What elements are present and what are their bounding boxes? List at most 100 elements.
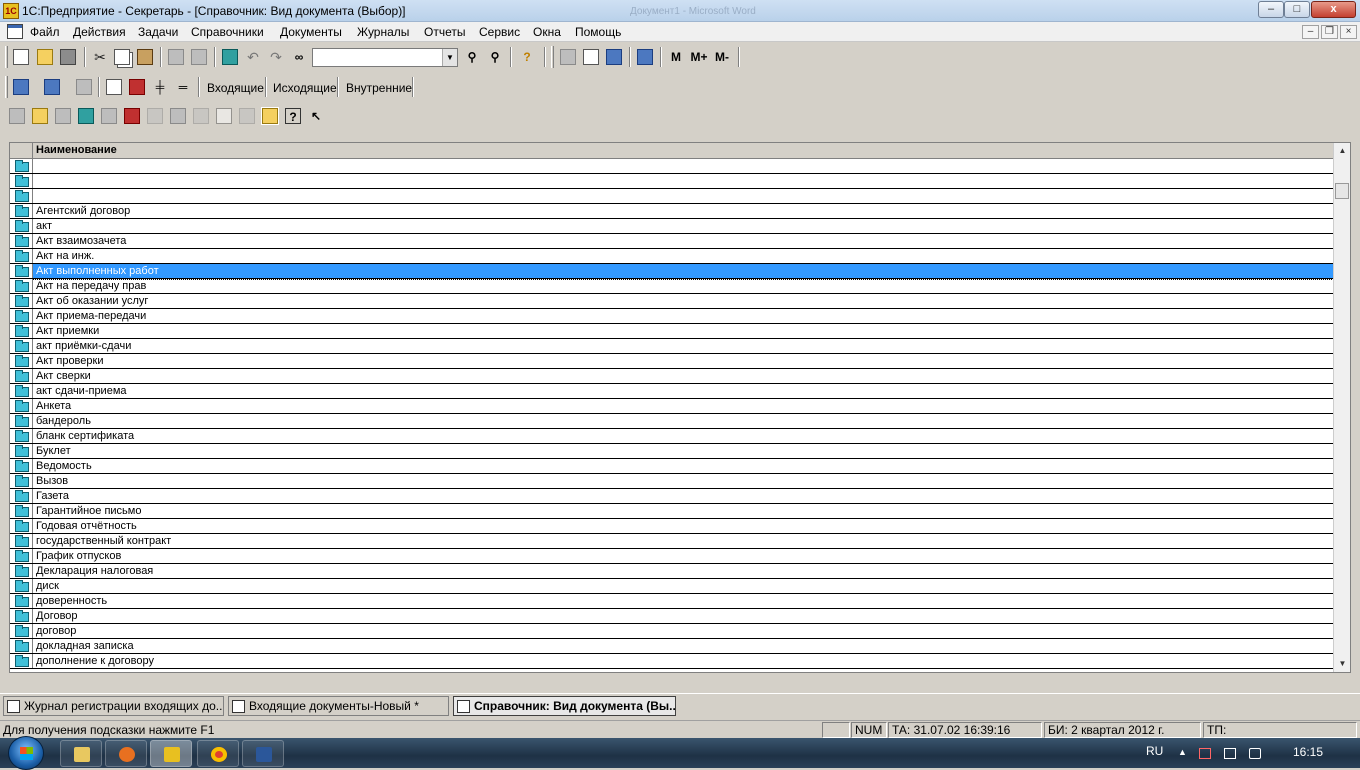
taskbar-chrome[interactable]: [197, 740, 239, 767]
taskbar-firefox[interactable]: [105, 740, 147, 767]
taskbar-word[interactable]: [242, 740, 284, 767]
binoculars-icon[interactable]: ∞: [291, 49, 307, 65]
table-row[interactable]: [10, 174, 1333, 189]
table-row[interactable]: Годовая отчётность: [10, 519, 1333, 534]
header-gutter[interactable]: [10, 143, 33, 158]
menu-file[interactable]: Файл: [30, 25, 60, 39]
internal-button[interactable]: Внутренние: [346, 81, 412, 95]
table-row[interactable]: Акт проверки: [10, 354, 1333, 369]
magic-wand-icon[interactable]: [606, 49, 622, 65]
table-row[interactable]: [10, 189, 1333, 204]
redo-icon[interactable]: ↷: [268, 49, 284, 65]
tray-expand-icon[interactable]: ▲: [1178, 747, 1187, 757]
scroll-down-icon[interactable]: ▼: [1334, 656, 1351, 672]
toolbar-grip[interactable]: [5, 76, 8, 98]
table-row[interactable]: Акт выполненных работ: [10, 263, 1333, 280]
table-row[interactable]: акт: [10, 219, 1333, 234]
remove-line-icon[interactable]: ═: [175, 79, 191, 95]
network-icon[interactable]: [1224, 748, 1236, 759]
search-combo[interactable]: ▼: [312, 48, 458, 67]
mdi-minimize-button[interactable]: –: [1302, 25, 1319, 39]
menu-journals[interactable]: Журналы: [357, 25, 409, 39]
taskbar-1c[interactable]: [150, 740, 192, 767]
outgoing-button[interactable]: Исходящие: [273, 81, 337, 95]
table-row[interactable]: [10, 159, 1333, 174]
mdi-restore-button[interactable]: ❐: [1321, 25, 1338, 39]
new-doc-icon[interactable]: [13, 49, 29, 65]
menu-reports[interactable]: Отчеты: [424, 25, 465, 39]
register-icon[interactable]: [76, 79, 92, 95]
move-doc-icon[interactable]: [239, 108, 255, 124]
tab-incoming-journal[interactable]: Журнал регистрации входящих до...: [3, 696, 224, 716]
scroll-up-icon[interactable]: ▲: [1334, 143, 1351, 159]
undo-icon[interactable]: ↶: [245, 49, 261, 65]
catalog-list[interactable]: Наименование Агентский договор акт Акт вза…: [9, 142, 1351, 673]
maximize-button[interactable]: □: [1284, 1, 1310, 18]
copy-row-icon[interactable]: [147, 108, 163, 124]
volume-icon[interactable]: [1249, 748, 1261, 759]
start-button[interactable]: [8, 736, 44, 770]
table-row[interactable]: дополнение к договору: [10, 654, 1333, 669]
menu-tasks[interactable]: Задачи: [138, 25, 178, 39]
scroll-thumb[interactable]: [1335, 183, 1349, 199]
table-row[interactable]: Акт на инж.: [10, 249, 1333, 264]
table-row[interactable]: акт приёмки-сдачи: [10, 339, 1333, 354]
menu-windows[interactable]: Окна: [533, 25, 561, 39]
table-row[interactable]: Декларация налоговая: [10, 564, 1333, 579]
help-icon[interactable]: ?: [519, 49, 535, 65]
toolbar-grip[interactable]: [551, 46, 554, 68]
vertical-scrollbar[interactable]: ▲ ▼: [1333, 143, 1350, 672]
clock[interactable]: 16:15: [1293, 745, 1323, 759]
print-icon[interactable]: [168, 49, 184, 65]
memory-minus-button[interactable]: M-: [711, 49, 733, 65]
taskbar-explorer[interactable]: [60, 740, 102, 767]
paste-icon[interactable]: [137, 49, 153, 65]
column-header-name[interactable]: Наименование: [36, 144, 117, 156]
table-row[interactable]: Акт приемки: [10, 324, 1333, 339]
document-window-icon[interactable]: [7, 24, 23, 39]
table-row[interactable]: Акт приема-передачи: [10, 309, 1333, 324]
table-row[interactable]: Ведомость: [10, 459, 1333, 474]
list-icon[interactable]: [9, 108, 25, 124]
tab-document-type-catalog[interactable]: Справочник: Вид документа (Вы...: [453, 696, 676, 716]
table-row[interactable]: Гарантийное письмо: [10, 504, 1333, 519]
red-book-icon[interactable]: [129, 79, 145, 95]
minimize-button[interactable]: –: [1258, 1, 1284, 18]
doc-icon[interactable]: [216, 108, 232, 124]
table-row[interactable]: диск: [10, 579, 1333, 594]
add-line-icon[interactable]: ╪: [152, 79, 168, 95]
menu-service[interactable]: Сервис: [479, 25, 520, 39]
language-indicator[interactable]: RU: [1146, 744, 1163, 758]
calculator-icon[interactable]: [560, 49, 576, 65]
delete-icon[interactable]: [124, 108, 140, 124]
table-row[interactable]: Акт на передачу прав: [10, 279, 1333, 294]
columns-icon[interactable]: [106, 79, 122, 95]
print-preview-icon[interactable]: [191, 49, 207, 65]
tab-incoming-new[interactable]: Входящие документы-Новый *: [228, 696, 449, 716]
help-icon[interactable]: ?: [285, 108, 301, 124]
menu-actions[interactable]: Действия: [73, 25, 126, 39]
chevron-down-icon[interactable]: ▼: [442, 49, 457, 66]
table-row[interactable]: Акт сверки: [10, 369, 1333, 384]
table-row[interactable]: Агентский договор: [10, 204, 1333, 219]
incoming-button[interactable]: Входящие: [207, 81, 264, 95]
table-row[interactable]: Акт об оказании услуг: [10, 294, 1333, 309]
menu-catalogs[interactable]: Справочники: [191, 25, 264, 39]
cursor-help-icon[interactable]: ↖: [308, 108, 324, 124]
table-row[interactable]: бандероль: [10, 414, 1333, 429]
table-row[interactable]: Договор: [10, 609, 1333, 624]
table-row[interactable]: График отпусков: [10, 549, 1333, 564]
table-row[interactable]: Буклет: [10, 444, 1333, 459]
open-folder-icon[interactable]: [37, 49, 53, 65]
toolbar-grip[interactable]: [5, 46, 8, 68]
search-prev-icon[interactable]: ⚲: [487, 49, 503, 65]
menu-help[interactable]: Помощь: [575, 25, 621, 39]
table-row[interactable]: Анкета: [10, 399, 1333, 414]
memory-plus-button[interactable]: M+: [688, 49, 710, 65]
cut-icon[interactable]: ✂: [92, 49, 108, 65]
close-button[interactable]: x: [1311, 1, 1356, 18]
table-row[interactable]: доверенность: [10, 594, 1333, 609]
copy-icon[interactable]: [114, 49, 130, 65]
app-icon[interactable]: 1C: [3, 3, 19, 19]
card-icon[interactable]: [44, 79, 60, 95]
